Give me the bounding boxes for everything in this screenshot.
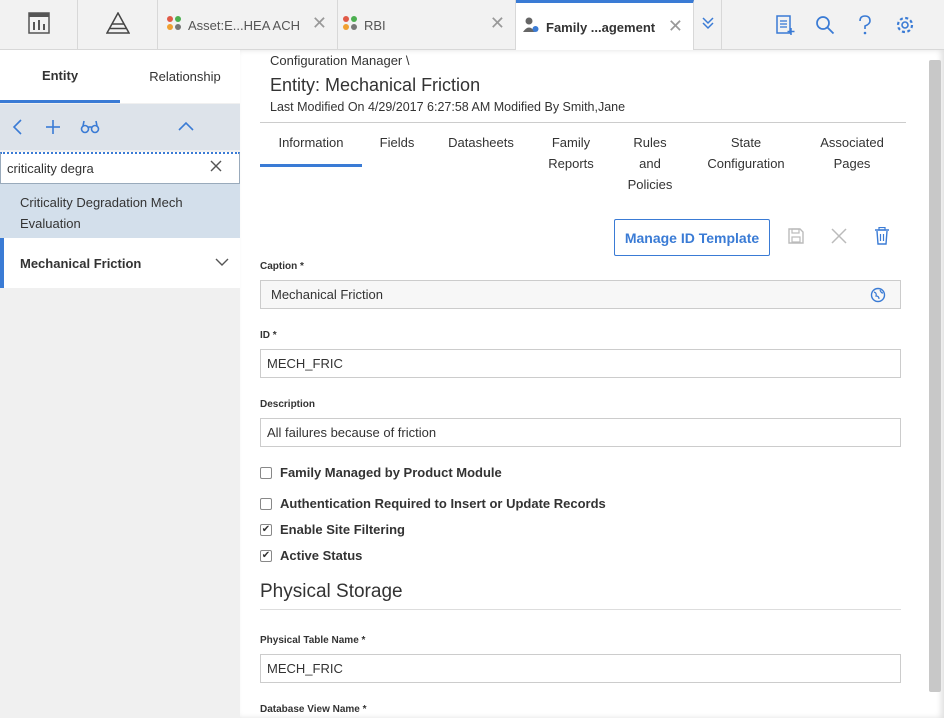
pyramid-icon bbox=[105, 10, 130, 39]
tab-overflow-button[interactable] bbox=[694, 0, 722, 50]
checkbox-row-site-filtering[interactable]: ✔ Enable Site Filtering bbox=[260, 522, 405, 537]
toolbar-right bbox=[765, 0, 925, 50]
tab-relationship[interactable]: Relationship bbox=[125, 50, 245, 103]
checkbox-label: Family Managed by Product Module bbox=[280, 465, 502, 480]
tab-entity[interactable]: Entity bbox=[0, 50, 120, 103]
tab-rbi-label: RBI bbox=[364, 17, 386, 33]
tab-family-management[interactable]: Family ...agement ✕ bbox=[516, 0, 694, 51]
left-toolbar bbox=[0, 104, 240, 150]
home-pyramid-button[interactable] bbox=[78, 0, 158, 50]
tab-associated-pages[interactable]: Associated Pages bbox=[812, 130, 892, 174]
page-title: Entity: Mechanical Friction bbox=[270, 75, 481, 95]
tab-state-configuration[interactable]: State Configuration bbox=[696, 130, 796, 174]
close-icon[interactable]: ✕ bbox=[312, 14, 327, 32]
delete-icon[interactable] bbox=[874, 226, 890, 250]
checkbox-label: Authentication Required to Insert or Upd… bbox=[280, 496, 606, 511]
tab-asset-label: Asset:E...HEA ACH bbox=[188, 17, 300, 33]
description-field[interactable]: All failures because of friction bbox=[260, 418, 901, 447]
back-icon[interactable] bbox=[10, 118, 26, 136]
chevron-down-icon[interactable] bbox=[214, 255, 230, 272]
search-result-item[interactable]: Criticality Degradation Mech Evaluation bbox=[0, 184, 240, 238]
selected-entity-label: Mechanical Friction bbox=[20, 255, 142, 271]
checkbox-active-status[interactable]: ✔ bbox=[260, 549, 272, 562]
tab-family-label: Family ...agement bbox=[546, 19, 656, 35]
id-field[interactable]: MECH_FRIC bbox=[260, 349, 901, 378]
checkbox-row-active-status[interactable]: ✔ Active Status bbox=[260, 548, 362, 563]
dashboard-button[interactable] bbox=[0, 0, 78, 50]
entity-search bbox=[0, 152, 240, 184]
entity-subtabs: Information Fields Datasheets Family Rep… bbox=[260, 130, 906, 200]
globe-icon[interactable] bbox=[870, 287, 886, 306]
checkbox-row-authentication[interactable]: Authentication Required to Insert or Upd… bbox=[260, 496, 606, 511]
manage-id-template-button[interactable]: Manage ID Template bbox=[614, 219, 770, 256]
tab-fields[interactable]: Fields bbox=[372, 130, 422, 153]
checkbox-row-family-managed[interactable]: Family Managed by Product Module bbox=[260, 465, 502, 480]
selected-entity-item[interactable]: Mechanical Friction bbox=[0, 238, 240, 288]
tab-datasheets[interactable]: Datasheets bbox=[442, 130, 520, 153]
last-modified-text: Last Modified On 4/29/2017 6:27:58 AM Mo… bbox=[270, 100, 626, 114]
checkbox-family-managed[interactable] bbox=[260, 466, 272, 479]
physical-table-field[interactable]: MECH_FRIC bbox=[260, 654, 901, 683]
search-icon[interactable] bbox=[805, 15, 845, 35]
checkbox-label: Active Status bbox=[280, 548, 363, 563]
tab-rules-and-policies[interactable]: Rules and Policies bbox=[620, 130, 680, 195]
tab-asset[interactable]: Asset:E...HEA ACH ✕ bbox=[158, 0, 338, 50]
close-icon[interactable]: ✕ bbox=[668, 17, 683, 35]
caption-field[interactable]: Mechanical Friction bbox=[260, 280, 901, 309]
tab-rbi[interactable]: RBI ✕ bbox=[338, 0, 516, 50]
cancel-icon[interactable] bbox=[830, 227, 848, 250]
chevron-up-icon[interactable] bbox=[177, 118, 195, 136]
chevron-double-down-icon bbox=[701, 16, 715, 35]
checkbox-authentication[interactable] bbox=[260, 497, 272, 510]
help-icon[interactable] bbox=[845, 15, 885, 35]
add-icon[interactable] bbox=[44, 118, 62, 136]
checkbox-site-filtering[interactable]: ✔ bbox=[260, 523, 272, 536]
caption-label: Caption * bbox=[260, 261, 304, 272]
header-divider bbox=[260, 122, 906, 123]
section-title: Physical Storage bbox=[260, 581, 403, 602]
new-record-icon[interactable] bbox=[765, 14, 805, 36]
top-bar: Asset:E...HEA ACH ✕ RBI ✕ Family ...agem… bbox=[0, 0, 944, 51]
physical-table-label: Physical Table Name * bbox=[260, 635, 366, 646]
search-input[interactable] bbox=[1, 154, 196, 182]
tab-information[interactable]: Information bbox=[260, 130, 362, 167]
checkbox-label: Enable Site Filtering bbox=[280, 522, 405, 537]
left-tabs: Entity Relationship bbox=[0, 50, 240, 103]
close-icon[interactable]: ✕ bbox=[490, 14, 505, 32]
clear-search-icon[interactable] bbox=[209, 159, 223, 178]
save-icon[interactable] bbox=[787, 227, 805, 250]
rbi-tab-icon bbox=[342, 15, 358, 36]
main-content: Configuration Manager \ Entity: Mechanic… bbox=[240, 50, 944, 718]
binoculars-icon[interactable] bbox=[80, 118, 100, 136]
id-label: ID * bbox=[260, 330, 277, 341]
db-view-label: Database View Name * bbox=[260, 704, 367, 715]
settings-icon[interactable] bbox=[885, 15, 925, 35]
scrollbar[interactable] bbox=[929, 60, 941, 692]
caption-value: Mechanical Friction bbox=[271, 287, 383, 302]
tab-family-reports[interactable]: Family Reports bbox=[540, 130, 602, 174]
family-manager-icon bbox=[522, 16, 540, 39]
asset-tab-icon bbox=[166, 15, 182, 36]
left-panel: Entity Relationship Criticality Degradat… bbox=[0, 50, 240, 718]
dashboard-icon bbox=[27, 11, 50, 39]
breadcrumb[interactable]: Configuration Manager \ bbox=[270, 53, 409, 68]
description-label: Description bbox=[260, 399, 316, 410]
section-divider bbox=[260, 609, 901, 610]
